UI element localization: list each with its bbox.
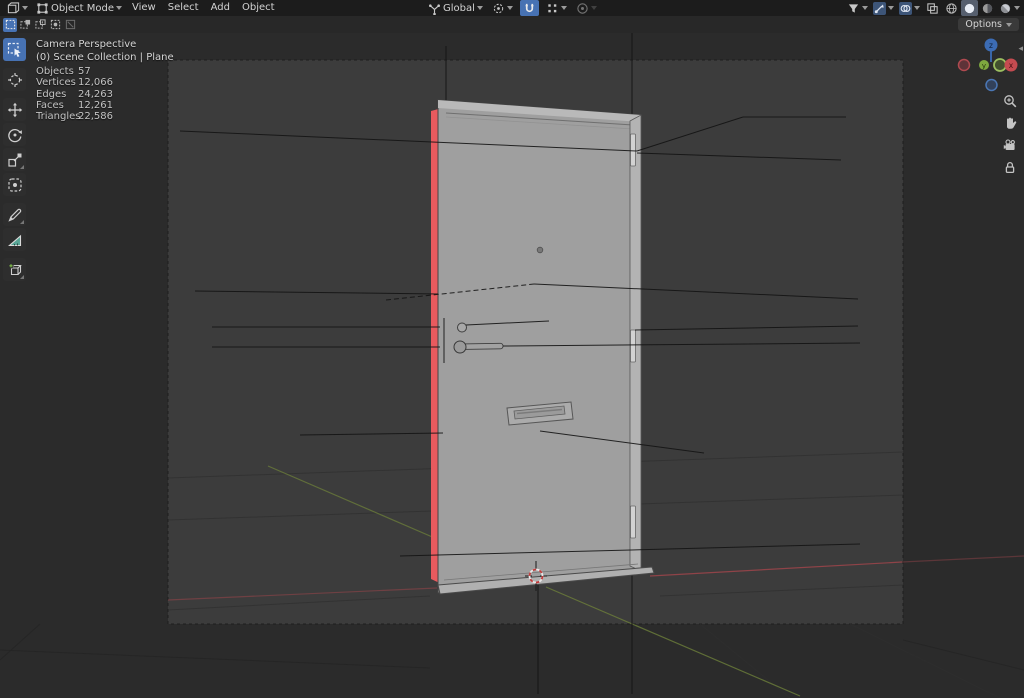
shading-material-icon xyxy=(982,3,993,13)
door-peephole xyxy=(536,246,544,254)
tool-rotate[interactable] xyxy=(3,123,26,146)
door-lock-cylinder xyxy=(457,322,467,333)
stat-edges: Edges 24,263 xyxy=(36,88,113,100)
select-mode-subtract[interactable] xyxy=(33,18,47,32)
editor-type-selector[interactable] xyxy=(3,0,32,16)
select-mode-group xyxy=(3,17,77,32)
shading-solid-button[interactable] xyxy=(961,0,978,16)
snap-target-icon xyxy=(548,3,557,12)
door-model[interactable] xyxy=(431,99,655,595)
tool-transform[interactable] xyxy=(3,173,26,196)
visibility-filter-icon xyxy=(848,3,859,13)
shading-solid-icon xyxy=(964,3,975,13)
3d-viewport-editor-icon xyxy=(7,1,20,13)
viewport-nav-buttons xyxy=(1001,92,1019,176)
view-label: Camera Perspective xyxy=(36,39,137,50)
gizmo-label-x: x xyxy=(1009,61,1014,70)
stat-triangles: Triangles 22,586 xyxy=(36,111,113,123)
orientation-label: Global xyxy=(443,2,475,14)
snap-toggle[interactable] xyxy=(519,0,539,16)
select-mode-intersect[interactable] xyxy=(63,18,77,32)
shading-rendered-icon xyxy=(1000,3,1011,13)
shading-rendered-button[interactable] xyxy=(997,0,1022,16)
zoom-icon xyxy=(1004,95,1017,108)
select-mode-invert[interactable] xyxy=(48,18,62,32)
tool-select-box[interactable] xyxy=(3,38,26,61)
visibility-filter-dropdown[interactable] xyxy=(845,0,870,16)
3d-cursor-tool-icon xyxy=(7,72,22,87)
object-mode-icon xyxy=(37,2,48,14)
shading-wireframe-button[interactable] xyxy=(943,0,960,16)
camera-view-icon xyxy=(1003,139,1015,150)
pivot-point-icon xyxy=(493,3,504,13)
stat-vertices: Vertices 12,066 xyxy=(36,77,113,89)
menu-object[interactable]: Object xyxy=(236,0,281,16)
tool-move[interactable] xyxy=(3,98,26,121)
options-button[interactable]: Options xyxy=(958,18,1019,31)
overlays-toggle[interactable] xyxy=(897,0,922,16)
tool-add-cube[interactable] xyxy=(3,258,26,281)
mode-label: Object Mode xyxy=(51,2,114,14)
toolbar xyxy=(3,38,26,281)
select-mode-set[interactable] xyxy=(3,17,17,32)
transform-orientation-icon xyxy=(429,3,440,15)
lock-button[interactable] xyxy=(1001,158,1019,176)
pan-hand-icon xyxy=(1007,117,1017,129)
gizmo-axis-neg-z[interactable] xyxy=(985,78,998,92)
tool-cursor[interactable] xyxy=(3,68,26,91)
measure-icon xyxy=(7,234,21,246)
mode-selector[interactable]: Object Mode xyxy=(32,0,126,16)
xray-icon xyxy=(927,2,938,14)
menu-view[interactable]: View xyxy=(126,0,162,16)
select-mode-extend[interactable] xyxy=(18,18,32,32)
viewport-3d-scene[interactable]: y x z xyxy=(0,0,1024,698)
tool-settings-bar: Options xyxy=(0,16,1024,33)
shading-wireframe-icon xyxy=(946,2,957,14)
transform-orientation-dropdown[interactable]: Global xyxy=(424,0,487,16)
context-label: (0) Scene Collection | Plane xyxy=(36,52,174,63)
gizmos-toggle[interactable] xyxy=(871,0,896,16)
tool-annotate[interactable] xyxy=(3,203,26,226)
overlays-icon xyxy=(900,4,911,12)
tool-measure[interactable] xyxy=(3,228,26,251)
zoom-button[interactable] xyxy=(1001,92,1019,110)
menu-add[interactable]: Add xyxy=(205,0,236,16)
gizmo-axis-neg-x[interactable] xyxy=(957,58,971,72)
move-icon xyxy=(7,102,22,117)
select-box-icon xyxy=(7,42,21,57)
gizmos-icon xyxy=(874,3,884,13)
proportional-editing-toggle[interactable] xyxy=(572,0,601,16)
rotate-icon xyxy=(7,128,22,142)
sidebar-collapse-arrow[interactable]: ◂ xyxy=(1018,44,1023,54)
statistics-overlay: Objects 57 Vertices 12,066 Edges 24,263 … xyxy=(36,66,113,122)
lock-icon xyxy=(1005,161,1015,174)
snap-target-dropdown[interactable] xyxy=(542,0,571,16)
transform-icon xyxy=(7,177,22,192)
proportional-editing-icon xyxy=(577,2,588,14)
xray-toggle[interactable] xyxy=(923,0,942,16)
camera-view-button[interactable] xyxy=(1001,136,1019,154)
viewport-header: Object Mode View Select Add Object Globa… xyxy=(0,0,1024,16)
gizmo-label-y: y xyxy=(982,62,986,70)
stat-objects: Objects 57 xyxy=(36,66,91,77)
gizmo-axis-neg-y[interactable] xyxy=(993,58,1007,72)
gizmo-label-z: z xyxy=(989,41,993,50)
stat-faces: Faces 12,261 xyxy=(36,99,113,111)
tool-scale[interactable] xyxy=(3,148,26,171)
viewport-info-text: Camera Perspective (0) Scene Collection … xyxy=(36,38,174,64)
pivot-point-dropdown[interactable] xyxy=(488,0,517,16)
pan-button[interactable] xyxy=(1001,114,1019,132)
menu-select[interactable]: Select xyxy=(162,0,205,16)
options-label: Options xyxy=(965,19,1002,30)
shading-material-button[interactable] xyxy=(979,0,996,16)
snap-magnet-icon xyxy=(525,3,534,12)
